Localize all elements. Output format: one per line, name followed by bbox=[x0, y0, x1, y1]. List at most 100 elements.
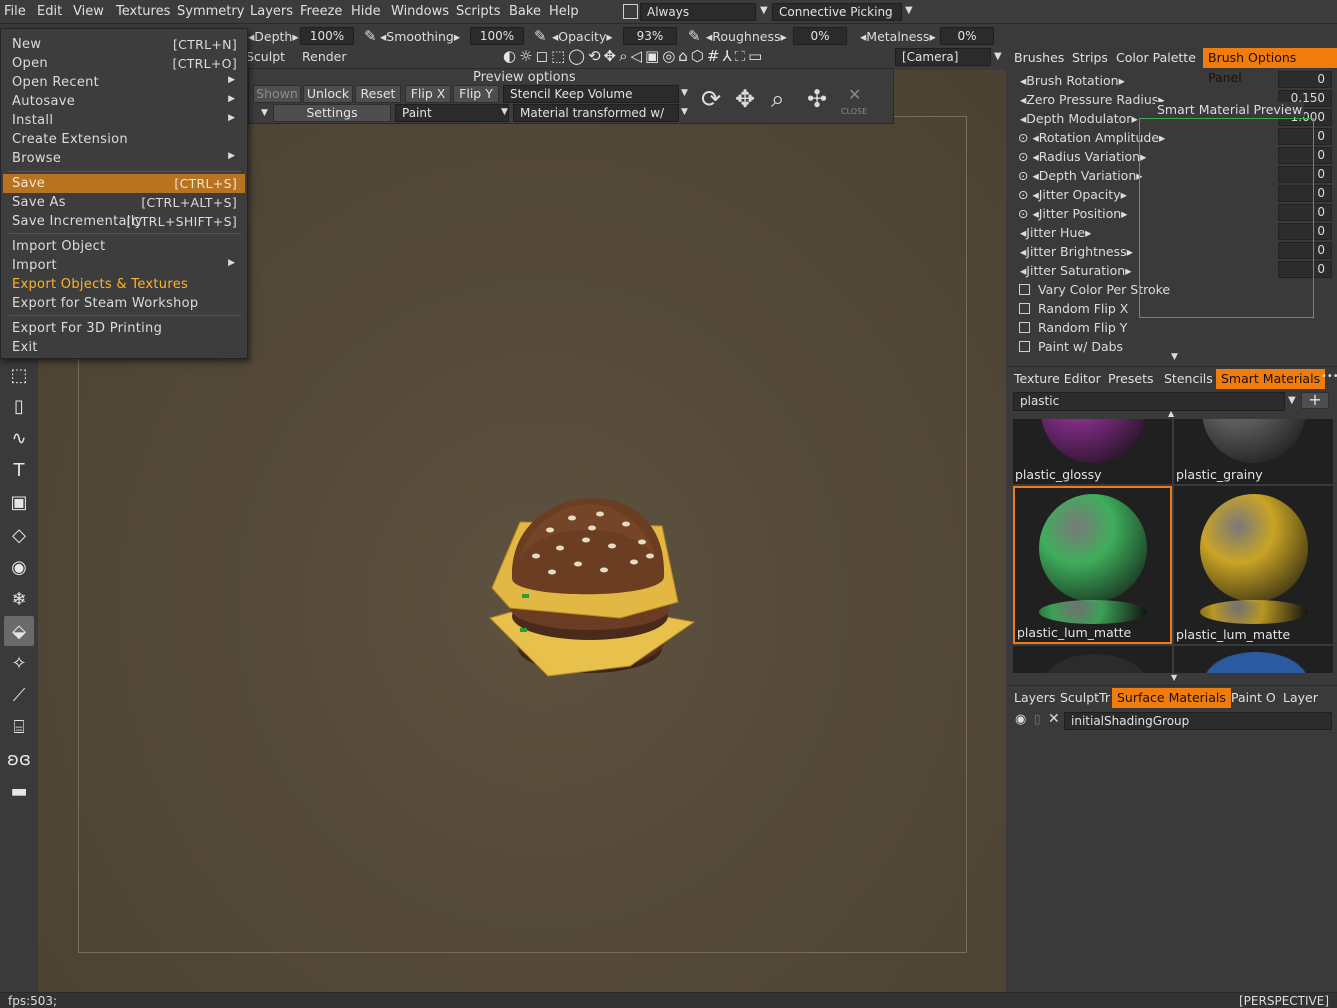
menu-item-save-incrementally[interactable]: Save Incrementally [CTRL+SHIFT+S] bbox=[3, 212, 245, 231]
text-tool-icon[interactable]: T bbox=[4, 455, 34, 485]
tab-layers[interactable]: Layers bbox=[1009, 688, 1060, 708]
document-tool-icon[interactable]: ▯ bbox=[4, 391, 34, 421]
fill-tool-icon[interactable]: ▣ bbox=[4, 487, 34, 517]
menu-windows[interactable]: Windows bbox=[391, 4, 449, 19]
chevron-down-icon[interactable]: ▼ bbox=[681, 107, 688, 117]
settings-button[interactable]: Settings bbox=[273, 104, 391, 122]
menu-item-create-extension[interactable]: Create Extension bbox=[3, 130, 245, 149]
smoothing-field[interactable]: 100% bbox=[470, 27, 524, 45]
menu-item-open[interactable]: Open [CTRL+O] bbox=[3, 54, 245, 73]
chevron-down-icon[interactable]: ▼ bbox=[760, 5, 768, 16]
chevron-down-icon[interactable]: ▼ bbox=[681, 88, 688, 98]
move-icon[interactable]: ✥ bbox=[735, 85, 755, 113]
menu-item-export-objects-textures[interactable]: Export Objects & Textures bbox=[3, 275, 245, 294]
smart-materials-search[interactable]: plastic bbox=[1013, 392, 1285, 411]
menu-item-exit[interactable]: Exit bbox=[3, 338, 245, 357]
close-label[interactable]: CLOSE bbox=[841, 107, 867, 116]
tab-sculpt[interactable]: Sculpt bbox=[246, 49, 285, 64]
camera-select[interactable]: [Camera] bbox=[895, 48, 991, 66]
menu-item-save-as[interactable]: Save As [CTRL+ALT+S] bbox=[3, 193, 245, 212]
picking-select[interactable]: Connective Picking bbox=[772, 3, 902, 21]
unlock-button[interactable]: Unlock bbox=[303, 85, 353, 103]
menu-item-install[interactable]: Install ▶ bbox=[3, 111, 245, 130]
menu-edit[interactable]: Edit bbox=[37, 4, 62, 19]
chevron-down-icon[interactable]: ▼ bbox=[1288, 395, 1296, 406]
tab-stencils[interactable]: Stencils bbox=[1159, 369, 1218, 389]
menu-hide[interactable]: Hide bbox=[351, 4, 381, 19]
chevron-down-icon[interactable]: ▼ bbox=[994, 51, 1002, 62]
menu-scripts[interactable]: Scripts bbox=[456, 4, 500, 19]
lasso-tool-icon[interactable]: ⬚ bbox=[4, 360, 34, 390]
flip-x-button[interactable]: Flip X bbox=[405, 85, 451, 103]
tab-strips[interactable]: Strips bbox=[1067, 48, 1113, 68]
tab-paint-objects[interactable]: Paint O bbox=[1226, 688, 1281, 708]
tab-color-palette[interactable]: Color Palette bbox=[1111, 48, 1201, 68]
curve-tool-icon[interactable]: ∿ bbox=[4, 423, 34, 453]
opacity-field[interactable]: 93% bbox=[623, 27, 677, 45]
menu-item-new[interactable]: New [CTRL+N] bbox=[3, 35, 245, 54]
eye-tool-icon[interactable]: ◉ bbox=[4, 552, 34, 582]
always-select[interactable]: Always bbox=[640, 3, 756, 21]
material-swatch[interactable]: plastic_lum_matte bbox=[1174, 486, 1333, 644]
scroll-down-icon[interactable]: ▼ bbox=[1171, 352, 1178, 362]
chevron-down-icon[interactable]: ▼ bbox=[905, 5, 913, 16]
freeze-tool-icon[interactable]: ❄ bbox=[4, 584, 34, 614]
tab-brush-options-panel[interactable]: Brush Options Panel bbox=[1203, 48, 1337, 85]
lock-icon[interactable]: ▯ bbox=[1034, 712, 1041, 726]
viewport-toolbar-icons[interactable]: ◐☼◻⬚◯⟲✥⌕◁▣◎⌂⬡#⅄⛶▭ bbox=[503, 47, 765, 65]
tab-smart-materials[interactable]: Smart Materials bbox=[1216, 369, 1326, 389]
depth-field[interactable]: 100% bbox=[300, 27, 354, 45]
symmetry-tool-icon[interactable]: ʚɞ bbox=[4, 744, 34, 774]
random-flip-x-checkbox[interactable] bbox=[1019, 303, 1030, 314]
picker-tool-icon[interactable]: ⟋ bbox=[4, 680, 34, 710]
chevron-down-icon[interactable]: ▼ bbox=[261, 108, 268, 118]
menu-help[interactable]: Help bbox=[549, 4, 579, 19]
ruler-tool-icon[interactable]: ▬ bbox=[4, 776, 34, 806]
menu-textures[interactable]: Textures bbox=[116, 4, 170, 19]
menu-layers[interactable]: Layers bbox=[250, 4, 293, 19]
tab-render[interactable]: Render bbox=[302, 49, 347, 64]
zoom-icon[interactable]: ⌕ bbox=[771, 85, 784, 113]
add-material-button[interactable]: + bbox=[1301, 392, 1329, 409]
close-icon[interactable]: ✕ bbox=[1048, 711, 1060, 727]
roughness-field[interactable]: 0% bbox=[793, 27, 847, 45]
flip-y-button[interactable]: Flip Y bbox=[453, 85, 499, 103]
always-checkbox[interactable] bbox=[623, 4, 638, 19]
iron-tool-icon[interactable]: ⌸ bbox=[4, 712, 34, 742]
menu-item-browse[interactable]: Browse ▶ bbox=[3, 149, 245, 168]
scroll-up-icon[interactable]: ▲ bbox=[1168, 409, 1174, 418]
menu-item-autosave[interactable]: Autosave ▶ bbox=[3, 92, 245, 111]
tab-surface-materials[interactable]: Surface Materials bbox=[1112, 688, 1231, 708]
eye-icon[interactable]: ◉ bbox=[1015, 712, 1026, 727]
scroll-down-icon[interactable]: ▼ bbox=[1171, 673, 1177, 682]
menu-item-import[interactable]: Import ▶ bbox=[3, 256, 245, 275]
vary-color-checkbox[interactable] bbox=[1019, 284, 1030, 295]
menu-bake[interactable]: Bake bbox=[509, 4, 541, 19]
menu-file[interactable]: File bbox=[4, 4, 26, 19]
menu-item-import-object[interactable]: Import Object bbox=[3, 237, 245, 256]
close-icon[interactable]: ✕ bbox=[848, 85, 861, 104]
shown-button[interactable]: Shown bbox=[253, 85, 301, 103]
metalness-field[interactable]: 0% bbox=[940, 27, 994, 45]
shading-group-row[interactable]: initialShadingGroup bbox=[1064, 712, 1332, 730]
material-swatch-selected[interactable]: plastic_lum_matte bbox=[1013, 486, 1172, 644]
menu-symmetry[interactable]: Symmetry bbox=[177, 4, 244, 19]
tab-layer-blending[interactable]: Layer Bl bbox=[1278, 688, 1337, 725]
menu-item-open-recent[interactable]: Open Recent ▶ bbox=[3, 73, 245, 92]
menu-item-save[interactable]: Save [CTRL+S] bbox=[3, 174, 245, 193]
menu-item-export-3d-printing[interactable]: Export For 3D Printing bbox=[3, 319, 245, 338]
brush-rotation-row[interactable]: ◂Brush Rotation▸ 0 bbox=[1014, 71, 1332, 90]
burger-model[interactable] bbox=[480, 490, 710, 690]
tab-brushes[interactable]: Brushes bbox=[1009, 48, 1069, 68]
more-icon[interactable]: ••• bbox=[1321, 371, 1337, 382]
paint-select[interactable]: Paint bbox=[395, 104, 509, 122]
magic-wand-tool-icon[interactable]: ✧ bbox=[4, 648, 34, 678]
reset-button[interactable]: Reset bbox=[355, 85, 401, 103]
paint-bucket-tool-icon[interactable]: ⬙ bbox=[4, 616, 34, 646]
material-swatch[interactable]: plastic_glossy bbox=[1013, 419, 1172, 484]
eraser-tool-icon[interactable]: ◇ bbox=[4, 520, 34, 550]
stencil-mode-select[interactable]: Stencil Keep Volume bbox=[503, 85, 679, 103]
tab-texture-editor[interactable]: Texture Editor bbox=[1009, 369, 1106, 389]
material-swatch[interactable] bbox=[1174, 646, 1333, 673]
material-swatch[interactable]: plastic_grainy bbox=[1174, 419, 1333, 484]
